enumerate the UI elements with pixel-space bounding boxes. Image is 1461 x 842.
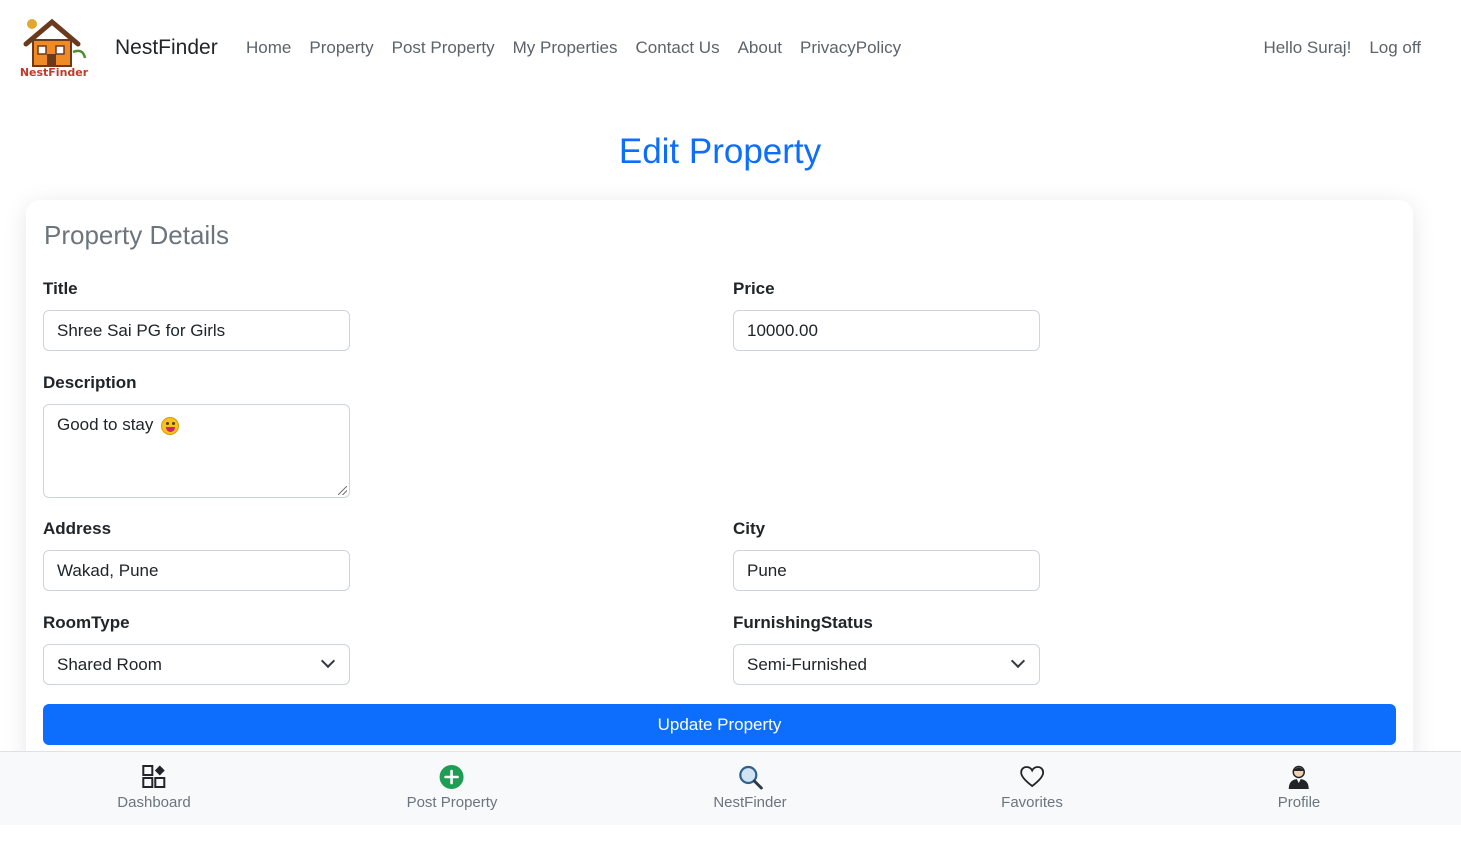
nav-about[interactable]: About bbox=[738, 38, 782, 58]
nav-post-property[interactable]: Post Property bbox=[392, 38, 495, 58]
nav-home[interactable]: Home bbox=[246, 38, 291, 58]
tab-nestfinder-label: NestFinder bbox=[713, 794, 787, 811]
nestfinder-logo[interactable]: NestFinder bbox=[18, 16, 90, 78]
price-label: Price bbox=[733, 279, 775, 298]
tab-dashboard[interactable]: Dashboard bbox=[117, 764, 191, 811]
city-input[interactable]: Pune bbox=[733, 550, 1040, 591]
bottom-tab-bar: Dashboard Post Property NestFinder Favor… bbox=[0, 751, 1461, 825]
plus-circle-icon bbox=[440, 765, 464, 789]
resize-handle-icon[interactable] bbox=[338, 486, 347, 495]
tab-profile-label: Profile bbox=[1277, 794, 1321, 811]
roomtype-label: RoomType bbox=[43, 613, 130, 632]
tab-dashboard-label: Dashboard bbox=[117, 794, 191, 811]
nav-property[interactable]: Property bbox=[309, 38, 373, 58]
chevron-down-icon bbox=[1010, 653, 1026, 669]
search-icon bbox=[738, 765, 763, 790]
description-label: Description bbox=[43, 373, 137, 392]
tab-nestfinder[interactable]: NestFinder bbox=[713, 764, 787, 811]
brand-name[interactable]: NestFinder bbox=[115, 36, 218, 60]
chevron-down-icon bbox=[320, 653, 336, 669]
tab-favorites[interactable]: Favorites bbox=[1001, 764, 1063, 811]
tab-post-property[interactable]: Post Property bbox=[406, 764, 498, 811]
page-title: Edit Property bbox=[618, 132, 822, 171]
roomtype-selected-value: Shared Room bbox=[57, 654, 162, 674]
svg-text:NestFinder: NestFinder bbox=[20, 66, 89, 78]
top-navbar: NestFinder NestFinder Home Property Post… bbox=[0, 0, 1461, 100]
user-menu: Hello Suraj! Log off bbox=[1263, 38, 1421, 58]
nav-privacy-policy[interactable]: PrivacyPolicy bbox=[800, 38, 901, 58]
title-input[interactable]: Shree Sai PG for Girls bbox=[43, 310, 350, 351]
section-title: Property Details bbox=[44, 220, 229, 250]
tab-post-property-label: Post Property bbox=[406, 794, 498, 811]
tab-profile[interactable]: Profile bbox=[1277, 764, 1321, 811]
address-input[interactable]: Wakad, Pune bbox=[43, 550, 350, 591]
logout-link[interactable]: Log off bbox=[1369, 38, 1421, 58]
grinning-face-emoji-icon bbox=[161, 417, 180, 435]
price-input[interactable]: 10000.00 bbox=[733, 310, 1040, 351]
property-form-card: Property Details Title Shree Sai PG for … bbox=[26, 200, 1413, 800]
city-label: City bbox=[733, 519, 766, 538]
description-text: Good to stay bbox=[57, 415, 154, 434]
user-icon bbox=[1289, 765, 1309, 789]
roomtype-select[interactable]: Shared Room bbox=[43, 644, 350, 685]
user-greeting-link[interactable]: Hello Suraj! bbox=[1263, 38, 1351, 58]
description-textarea[interactable]: Good to stay bbox=[43, 404, 350, 498]
tab-favorites-label: Favorites bbox=[1001, 794, 1063, 811]
nav-links: Home Property Post Property My Propertie… bbox=[246, 38, 901, 58]
nav-my-properties[interactable]: My Properties bbox=[513, 38, 618, 58]
furnishing-selected-value: Semi-Furnished bbox=[747, 654, 867, 674]
dashboard-icon bbox=[141, 765, 165, 788]
title-label: Title bbox=[43, 279, 78, 298]
furnishing-label: FurnishingStatus bbox=[733, 613, 873, 632]
heart-icon bbox=[1020, 766, 1044, 788]
furnishing-select[interactable]: Semi-Furnished bbox=[733, 644, 1040, 685]
nav-contact-us[interactable]: Contact Us bbox=[635, 38, 719, 58]
update-property-button[interactable]: Update Property bbox=[43, 704, 1396, 745]
address-label: Address bbox=[43, 519, 112, 538]
